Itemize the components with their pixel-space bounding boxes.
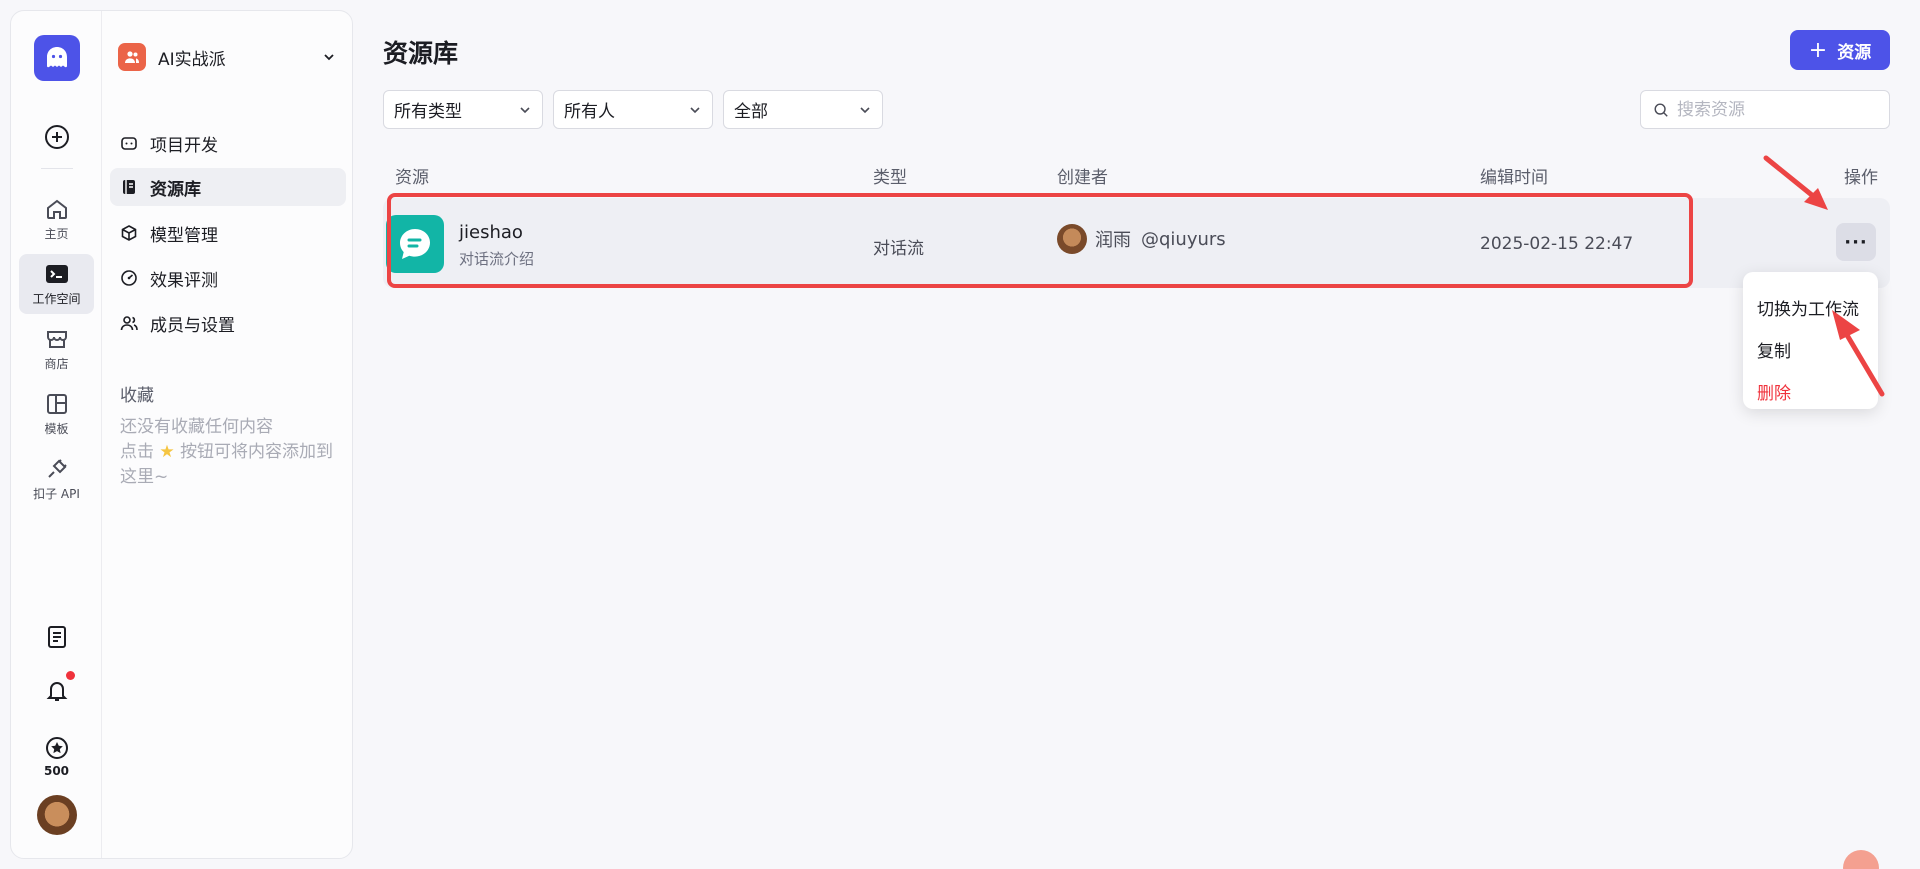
search-icon xyxy=(1654,103,1668,117)
terminal-icon xyxy=(45,264,68,283)
column-header-creator: 创建者 xyxy=(1057,168,1108,188)
chevron-down-icon xyxy=(324,54,334,61)
status-filter-select[interactable]: 全部 xyxy=(723,90,883,129)
page-title: 资源库 xyxy=(383,39,459,68)
sidebar-item-projects[interactable]: 项目开发 xyxy=(110,124,346,162)
resource-name: jieshao xyxy=(459,222,523,243)
notification-bell-icon[interactable] xyxy=(19,671,94,709)
rail-item-workspace[interactable]: 工作空间 xyxy=(19,254,94,314)
home-icon xyxy=(46,199,67,219)
chevron-down-icon xyxy=(520,107,530,114)
coze-logo-icon[interactable] xyxy=(34,35,80,81)
rail-item-label: 工作空间 xyxy=(32,291,81,306)
main-content: 资源库 + 资源 所有类型 所有人 全部 资源 类型 创建者 编辑时间 操作 j… xyxy=(373,0,1920,869)
rail-divider xyxy=(41,168,73,169)
chevron-down-icon xyxy=(860,107,870,114)
sidebar-item-evaluation[interactable]: 效果评测 xyxy=(110,259,346,297)
resource-type: 对话流 xyxy=(873,239,924,259)
sidebar-item-label: 资源库 xyxy=(150,179,201,200)
rail-item-home[interactable]: 主页 xyxy=(19,189,94,249)
credits-count: 500 xyxy=(43,764,70,778)
docs-icon[interactable] xyxy=(19,619,94,655)
user-avatar[interactable] xyxy=(37,795,77,835)
members-icon xyxy=(120,314,138,332)
sidebar-item-library[interactable]: 资源库 xyxy=(110,168,346,206)
favorites-empty-text: 还没有收藏任何内容 点击 ★ 按钮可将内容添加到这里~ xyxy=(120,415,350,490)
chatflow-icon xyxy=(386,215,444,273)
notification-dot xyxy=(66,671,75,680)
owner-filter-value: 所有人 xyxy=(564,102,615,122)
team-avatar-icon xyxy=(118,43,146,71)
menu-item-switch-to-workflow[interactable]: 切换为工作流 xyxy=(1743,286,1878,328)
sidebar-item-label: 项目开发 xyxy=(150,135,218,156)
store-icon xyxy=(46,330,67,348)
cube-icon xyxy=(120,224,138,242)
rail-item-templates[interactable]: 模板 xyxy=(19,384,94,444)
type-filter-value: 所有类型 xyxy=(394,102,462,122)
table-row[interactable]: jieshao 对话流介绍 对话流 润雨 @qiuyurs 2025-02-15… xyxy=(383,198,1890,288)
column-header-edit-time: 编辑时间 xyxy=(1480,168,1548,188)
workspace-sidebar: AI实战派 项目开发 资源库 模型管理 效果评测 成员与设置 收藏 还没有收藏任… xyxy=(102,11,352,858)
search-input[interactable] xyxy=(1677,99,1877,120)
type-filter-select[interactable]: 所有类型 xyxy=(383,90,543,129)
creator-avatar xyxy=(1057,224,1087,254)
team-switcher[interactable]: AI实战派 xyxy=(110,35,344,79)
rail-item-store[interactable]: 商店 xyxy=(19,319,94,379)
gauge-icon xyxy=(120,269,138,287)
plug-icon xyxy=(47,458,67,478)
sidebar-item-models[interactable]: 模型管理 xyxy=(110,214,346,252)
column-header-type: 类型 xyxy=(873,168,907,188)
rail-item-label: 主页 xyxy=(44,226,69,241)
chevron-down-icon xyxy=(690,107,700,114)
plus-icon: + xyxy=(1808,37,1828,63)
creator-cell: 润雨 @qiuyurs xyxy=(1057,224,1226,254)
icon-rail: 主页 工作空间 商店 模板 扣子 API 500 xyxy=(11,11,102,858)
rail-item-api[interactable]: 扣子 API xyxy=(19,449,94,509)
rail-item-label: 模板 xyxy=(44,421,69,436)
left-panel: 主页 工作空间 商店 模板 扣子 API 500 AI实战派 项目开发 资源库 … xyxy=(10,10,353,859)
create-plus-icon[interactable] xyxy=(19,117,94,157)
creator-handle: @qiuyurs xyxy=(1141,228,1226,250)
add-resource-button[interactable]: + 资源 xyxy=(1790,30,1890,70)
sidebar-item-members[interactable]: 成员与设置 xyxy=(110,304,346,342)
rail-item-label: 商店 xyxy=(44,356,69,371)
template-icon xyxy=(46,393,67,414)
actions-menu: 切换为工作流 复制 删除 xyxy=(1743,272,1878,409)
menu-item-delete[interactable]: 删除 xyxy=(1743,370,1878,412)
favorites-empty-line2-prefix: 点击 xyxy=(120,442,154,462)
edit-time: 2025-02-15 22:47 xyxy=(1480,234,1634,254)
resource-description: 对话流介绍 xyxy=(459,250,535,268)
star-coin-icon xyxy=(45,737,68,759)
sidebar-item-label: 成员与设置 xyxy=(150,315,235,336)
favorites-empty-line1: 还没有收藏任何内容 xyxy=(120,417,273,437)
bot-icon xyxy=(120,134,138,152)
library-icon xyxy=(120,178,138,196)
favorites-title: 收藏 xyxy=(120,386,154,406)
menu-item-copy[interactable]: 复制 xyxy=(1743,328,1878,370)
star-icon: ★ xyxy=(159,442,175,462)
owner-filter-select[interactable]: 所有人 xyxy=(553,90,713,129)
status-filter-value: 全部 xyxy=(734,102,768,122)
search-box[interactable] xyxy=(1640,90,1890,129)
team-name: AI实战派 xyxy=(158,49,226,70)
rail-item-label: 扣子 API xyxy=(33,486,80,501)
sidebar-item-label: 模型管理 xyxy=(150,225,218,246)
favorites-empty-line2: 点击 ★ 按钮可将内容添加到这里~ xyxy=(120,440,350,490)
column-header-actions: 操作 xyxy=(1844,168,1878,188)
column-header-resource: 资源 xyxy=(395,168,429,188)
add-resource-label: 资源 xyxy=(1837,42,1872,63)
creator-name: 润雨 xyxy=(1095,230,1131,251)
sidebar-item-label: 效果评测 xyxy=(150,270,218,291)
more-actions-button[interactable]: ··· xyxy=(1836,223,1876,261)
credits-badge[interactable]: 500 xyxy=(19,729,94,785)
